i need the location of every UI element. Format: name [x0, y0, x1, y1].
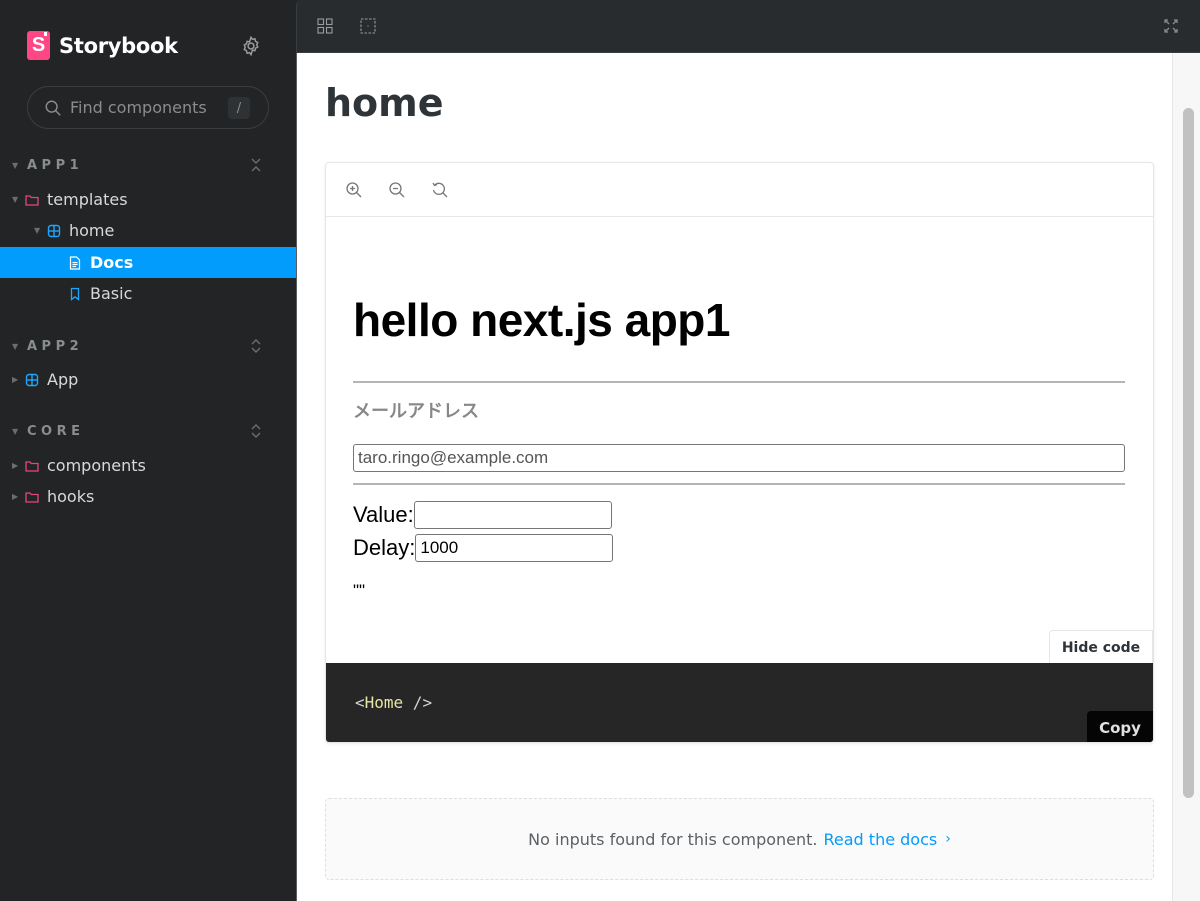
- code-snippet: <Home />: [355, 693, 432, 712]
- sidebar: S Storybook Find components / ▼ APP1 ▼ t…: [0, 0, 296, 901]
- section-app2[interactable]: ▼ APP2: [0, 334, 296, 358]
- component-icon: [25, 373, 39, 386]
- hide-code-button[interactable]: Hide code: [1049, 630, 1153, 664]
- fullscreen-icon[interactable]: [1163, 18, 1179, 34]
- docs-canvas: home hello next.js app1 メールアドレス Value:: [296, 53, 1200, 901]
- expand-all-icon[interactable]: [249, 337, 263, 355]
- caret-down-icon: ▼: [12, 426, 19, 436]
- component-icon: [47, 224, 61, 237]
- storybook-logo-icon: S: [27, 31, 50, 60]
- section-app1[interactable]: ▼ APP1: [0, 153, 296, 177]
- document-icon: [69, 255, 81, 270]
- divider: [353, 483, 1125, 485]
- section-label: APP2: [27, 338, 84, 354]
- page-title: home: [325, 81, 444, 125]
- zoom-out-icon[interactable]: [388, 181, 406, 199]
- outline-icon[interactable]: [360, 18, 376, 34]
- email-input[interactable]: [353, 444, 1125, 472]
- tree-item-home[interactable]: ▼ home: [0, 215, 296, 246]
- code-block: <Home /> Copy: [326, 663, 1153, 742]
- search-input[interactable]: Find components /: [27, 86, 269, 129]
- tree-item-components[interactable]: ▶ components: [0, 450, 296, 481]
- output-text: "": [353, 581, 366, 600]
- code-open-bracket: <: [355, 693, 365, 712]
- search-placeholder: Find components: [70, 98, 207, 117]
- delay-label: Delay:: [353, 535, 416, 560]
- preview-toolbar: [326, 163, 1153, 217]
- code-close: />: [403, 693, 433, 712]
- code-tag: Home: [364, 693, 404, 712]
- search-icon: [45, 100, 61, 116]
- tree-item-app[interactable]: ▶ App: [0, 364, 296, 395]
- chevron-right-icon: ›: [945, 831, 951, 847]
- tree-item-basic[interactable]: Basic: [0, 278, 296, 309]
- zoom-reset-icon[interactable]: [431, 181, 449, 199]
- brand[interactable]: S Storybook: [27, 31, 178, 60]
- story-preview: hello next.js app1 メールアドレス Value: Delay:…: [325, 162, 1154, 743]
- tree-item-label: Docs: [90, 253, 134, 272]
- scrollbar[interactable]: [1172, 53, 1200, 901]
- delay-input[interactable]: [415, 534, 614, 562]
- section-core[interactable]: ▼ CORE: [0, 419, 296, 443]
- section-label: APP1: [27, 157, 84, 173]
- toolbar: [296, 0, 1200, 53]
- collapse-all-icon[interactable]: [249, 156, 263, 174]
- value-input[interactable]: [413, 501, 612, 529]
- section-label: CORE: [27, 423, 85, 439]
- folder-icon: [25, 491, 39, 503]
- caret-down-icon: ▼: [34, 226, 41, 235]
- divider: [353, 381, 1125, 383]
- tree-item-hooks[interactable]: ▶ hooks: [0, 481, 296, 512]
- grid-icon[interactable]: [317, 18, 333, 34]
- caret-down-icon: ▼: [12, 195, 19, 204]
- caret-right-icon: ▶: [12, 492, 19, 501]
- value-label: Value:: [353, 502, 414, 527]
- tree-item-label: templates: [47, 190, 128, 209]
- search-shortcut-key: /: [228, 97, 250, 119]
- tree-item-templates[interactable]: ▼ templates: [0, 184, 296, 215]
- tree-item-docs[interactable]: Docs: [0, 247, 296, 278]
- zoom-in-icon[interactable]: [345, 181, 363, 199]
- tree-item-label: hooks: [47, 487, 95, 506]
- caret-right-icon: ▶: [12, 461, 19, 470]
- delay-row: Delay:: [353, 534, 614, 562]
- args-table-empty: No inputs found for this component. Read…: [325, 798, 1154, 880]
- folder-icon: [25, 460, 39, 472]
- brand-name: Storybook: [59, 33, 178, 58]
- value-row: Value:: [353, 501, 612, 529]
- caret-down-icon: ▼: [12, 160, 19, 170]
- folder-icon: [25, 194, 39, 206]
- caret-down-icon: ▼: [12, 341, 19, 351]
- tree-item-label: App: [47, 370, 79, 389]
- tree-item-label: Basic: [90, 284, 133, 303]
- copy-button[interactable]: Copy: [1087, 711, 1153, 742]
- scrollbar-thumb[interactable]: [1183, 108, 1194, 798]
- caret-right-icon: ▶: [12, 375, 19, 384]
- tree-item-label: components: [47, 456, 146, 475]
- args-empty-message: No inputs found for this component.: [528, 829, 818, 849]
- email-label: メールアドレス: [353, 401, 479, 421]
- expand-all-icon[interactable]: [249, 422, 263, 440]
- gear-icon[interactable]: [240, 35, 262, 57]
- tree-item-label: home: [69, 221, 115, 240]
- bookmark-icon: [70, 287, 80, 301]
- story-heading: hello next.js app1: [353, 294, 731, 346]
- read-the-docs-link[interactable]: Read the docs: [824, 830, 938, 849]
